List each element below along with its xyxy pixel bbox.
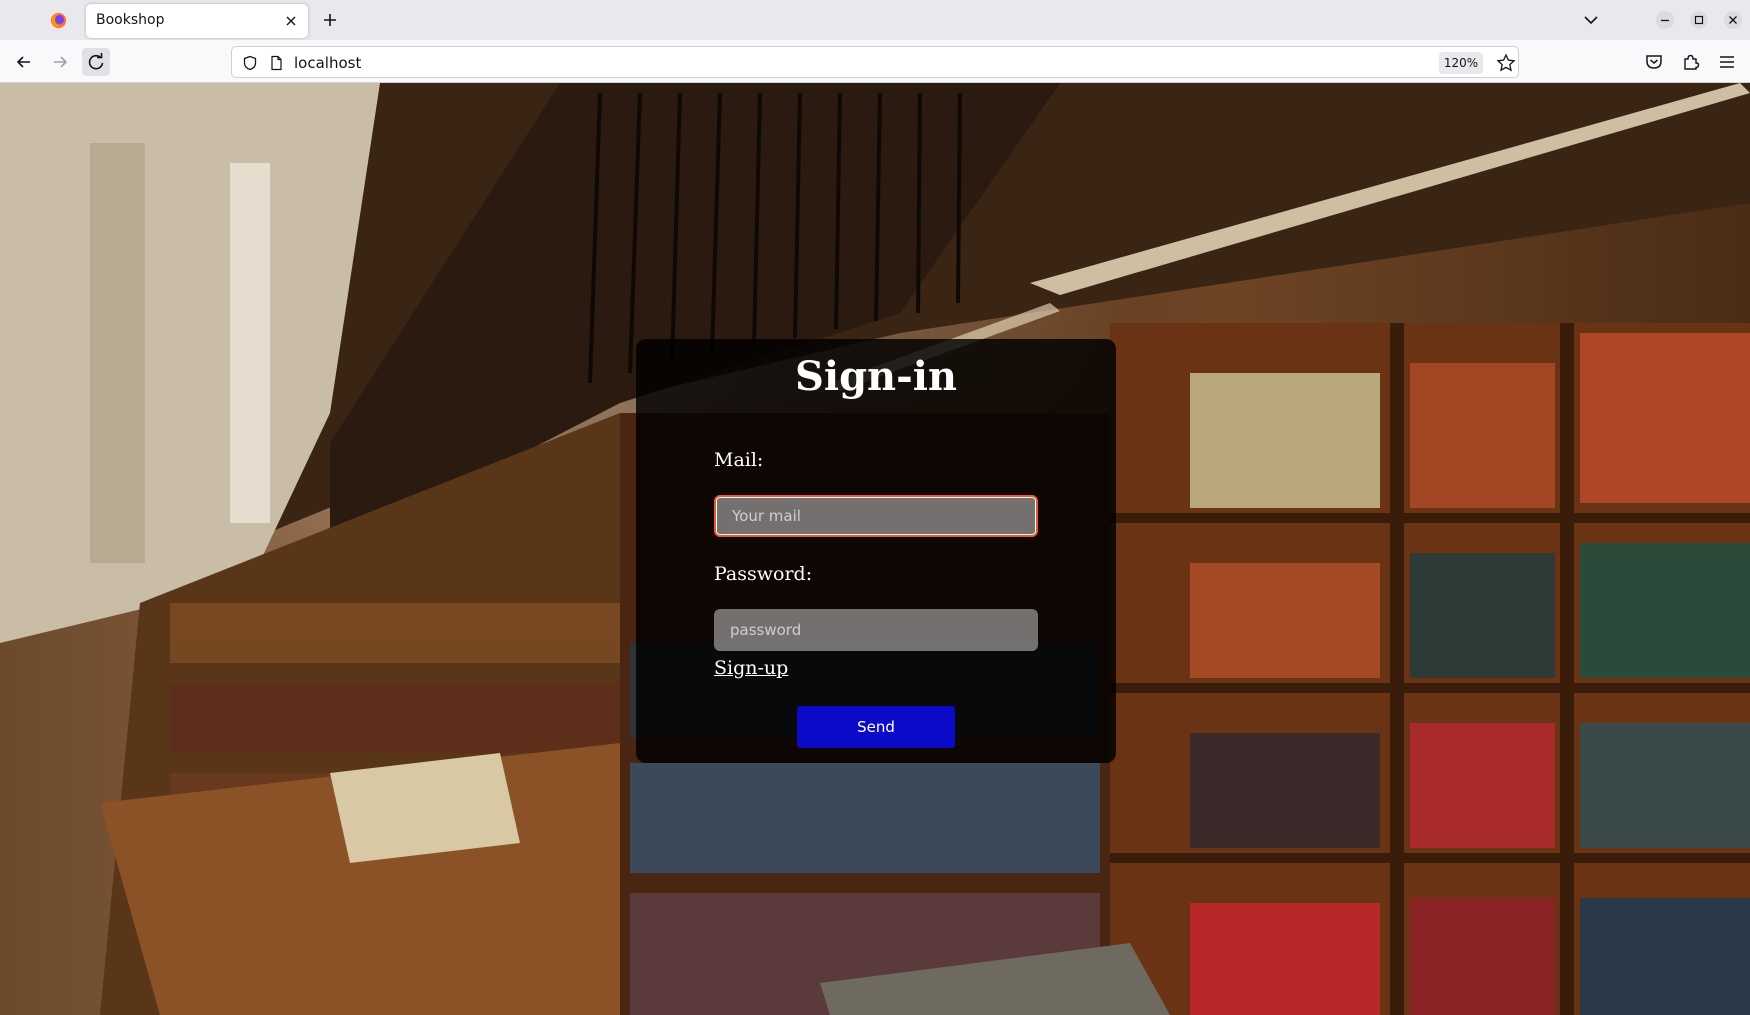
plus-icon[interactable] [320, 10, 340, 30]
shield-icon[interactable] [242, 55, 258, 71]
page-icon[interactable] [268, 55, 284, 71]
zoom-level-badge[interactable]: 120% [1439, 52, 1483, 74]
navigation-toolbar: localhost 120% [0, 40, 1750, 83]
tab-bookshop[interactable]: Bookshop [86, 4, 308, 38]
arrow-right-icon[interactable] [46, 48, 74, 76]
pocket-icon[interactable] [1640, 48, 1668, 76]
mail-input[interactable] [714, 495, 1038, 537]
signup-link[interactable]: Sign-up [714, 657, 788, 679]
maximize-icon[interactable] [1689, 10, 1709, 30]
close-icon[interactable] [282, 12, 300, 30]
password-label: Password: [714, 563, 813, 585]
address-bar[interactable]: localhost 120% [231, 46, 1519, 78]
puzzle-icon[interactable] [1677, 48, 1705, 76]
chevron-down-icon[interactable] [1581, 10, 1601, 30]
tab-title: Bookshop [96, 12, 165, 28]
tab-strip: Bookshop [0, 0, 1750, 40]
mail-label: Mail: [714, 449, 764, 471]
signin-card: Sign-in Mail: Password: Sign-up Send [636, 339, 1116, 763]
send-button[interactable]: Send [797, 706, 955, 748]
password-input[interactable] [714, 609, 1038, 651]
page-title: Sign-in [794, 353, 957, 400]
star-icon[interactable] [1496, 53, 1516, 73]
minimize-icon[interactable] [1655, 10, 1675, 30]
window-close-icon[interactable] [1723, 10, 1743, 30]
url-text: localhost [294, 54, 362, 72]
reload-icon[interactable] [82, 48, 110, 76]
arrow-left-icon[interactable] [10, 48, 38, 76]
page-viewport: Sign-in Mail: Password: Sign-up Send [0, 83, 1750, 1015]
firefox-icon [50, 12, 67, 29]
hamburger-icon[interactable] [1713, 48, 1741, 76]
